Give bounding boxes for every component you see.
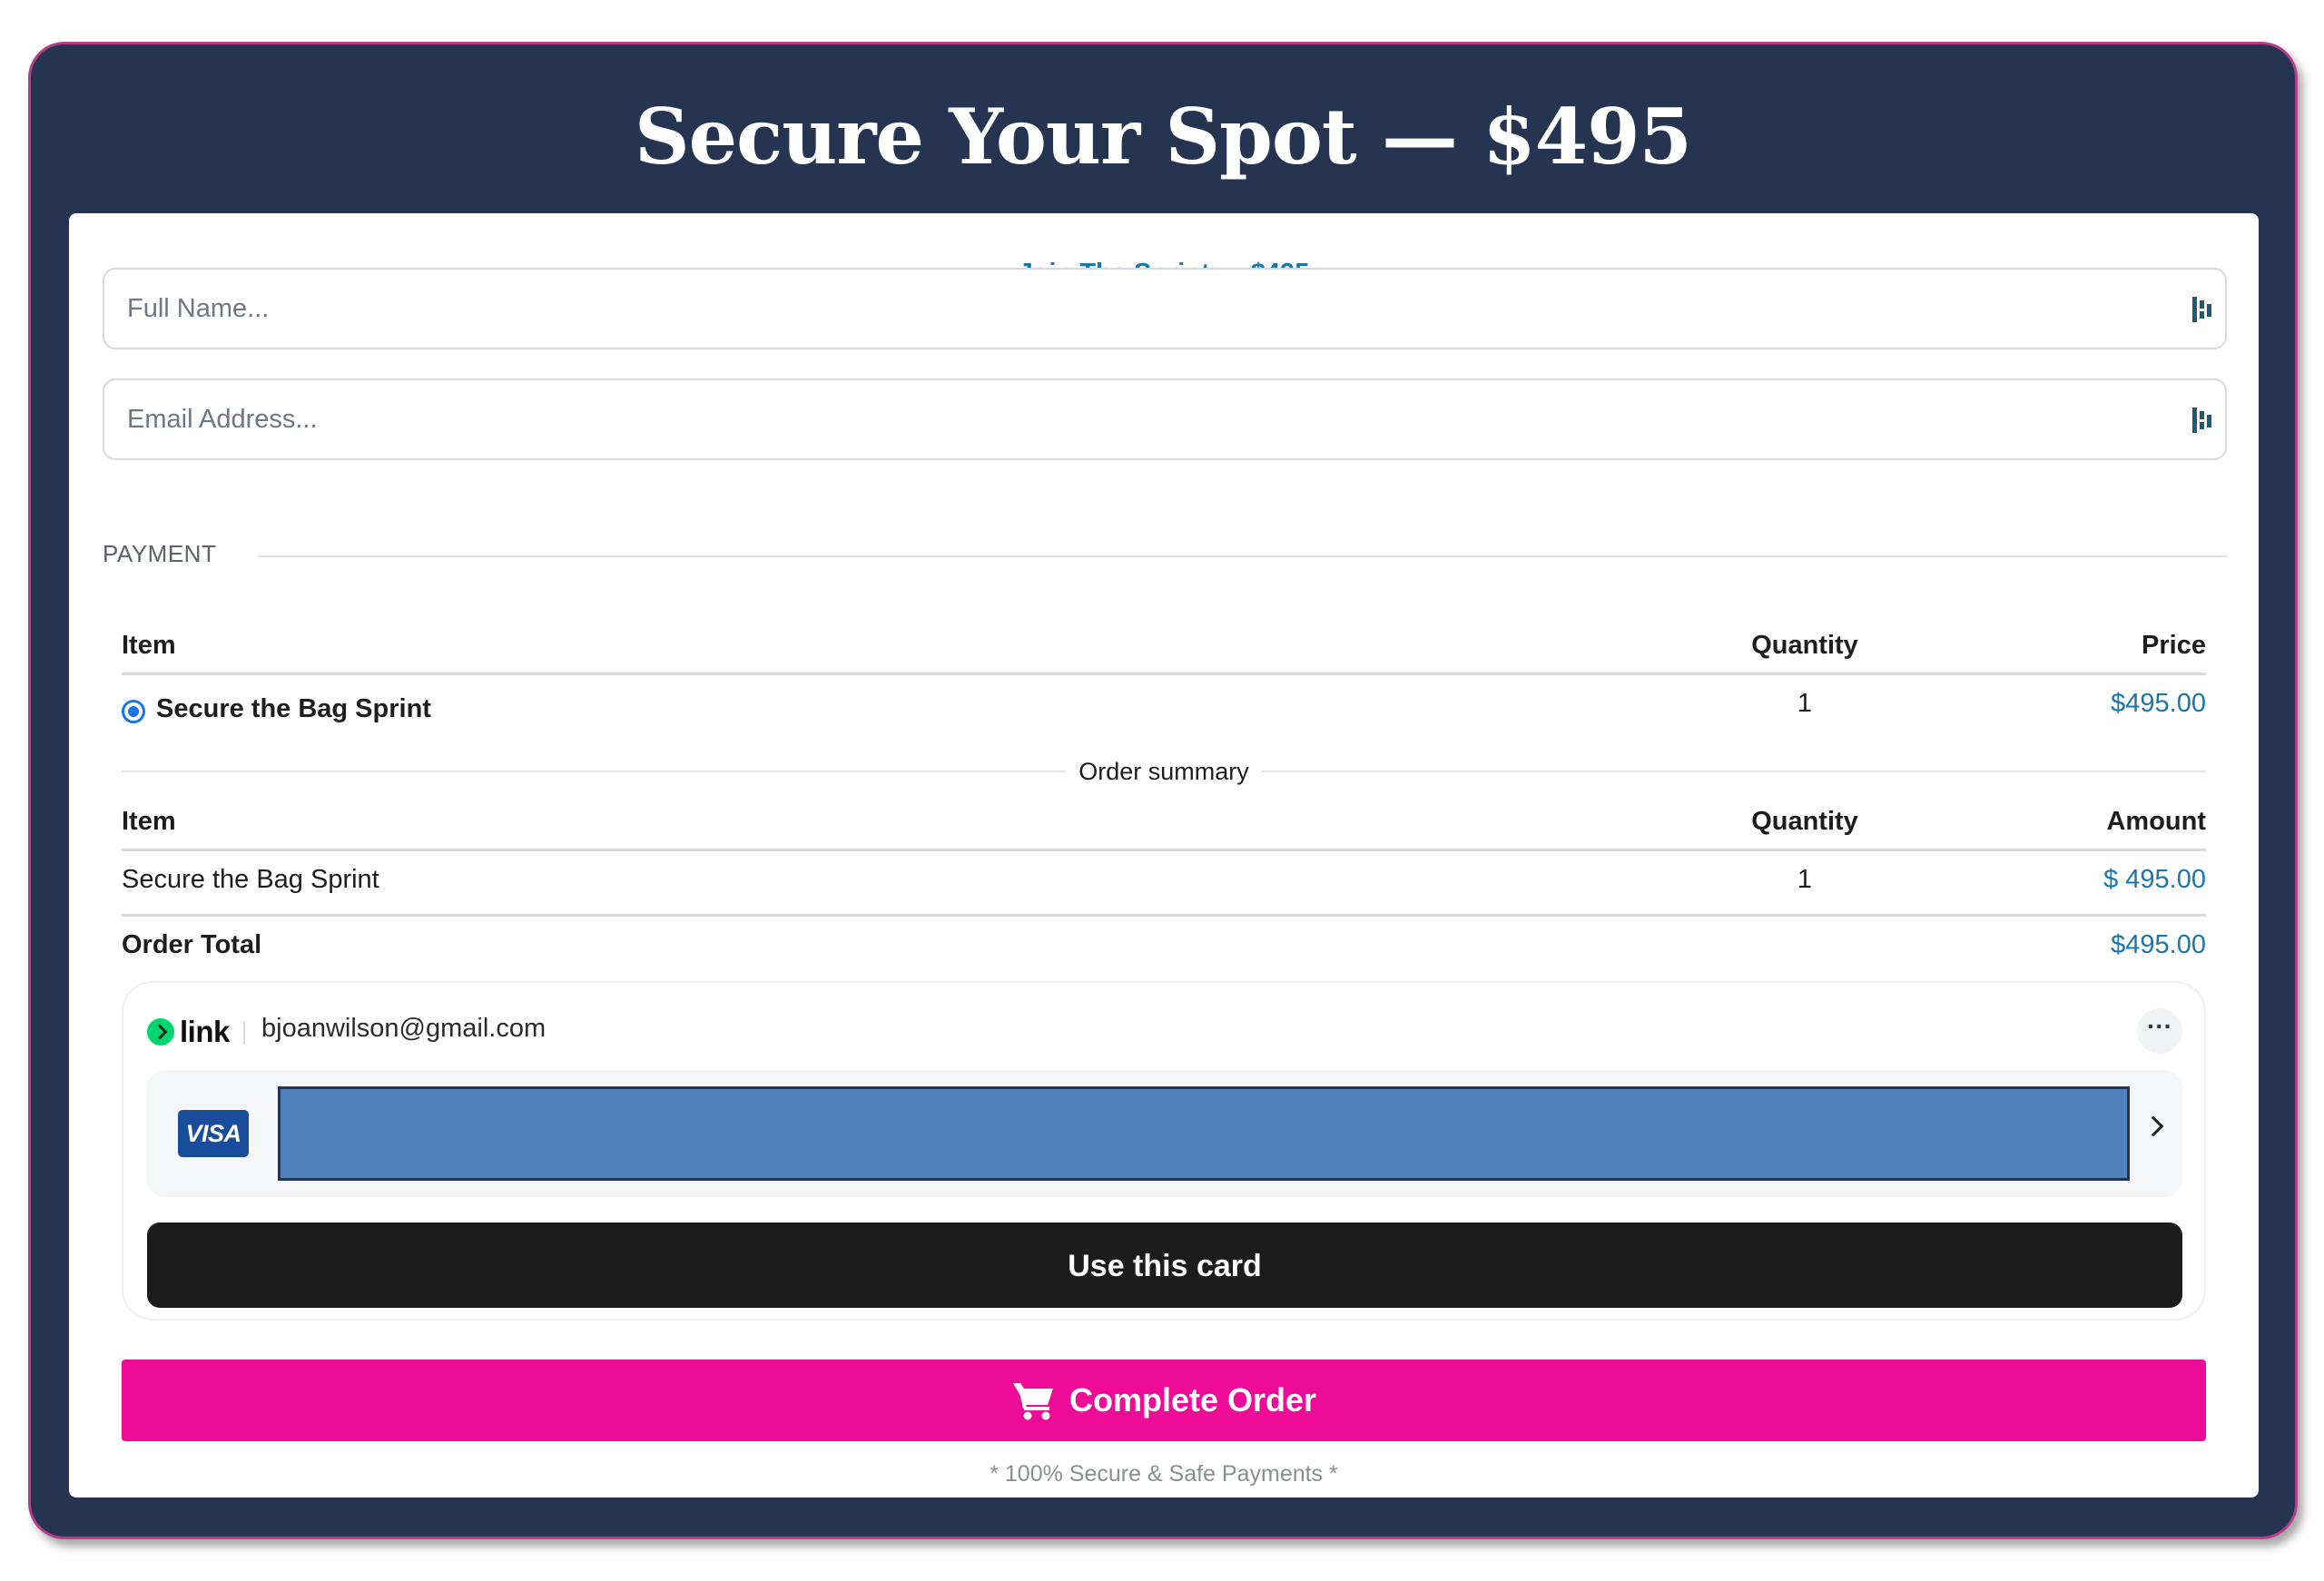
order-form-panel: Join The Sprint — $495 PAYMENT bbox=[69, 213, 2259, 1498]
email-field[interactable] bbox=[103, 378, 2227, 460]
complete-order-button[interactable]: Complete Order bbox=[122, 1360, 2206, 1441]
chevron-right-icon[interactable] bbox=[2142, 1115, 2164, 1137]
full-name-field[interactable] bbox=[103, 268, 2227, 349]
products-header-item: Item bbox=[122, 631, 176, 660]
order-summary-caption: Order summary bbox=[122, 758, 2206, 786]
visa-logo: VISA bbox=[178, 1110, 249, 1157]
summary-header-quantity: Quantity bbox=[1751, 807, 1858, 836]
table-rule bbox=[122, 673, 2206, 675]
product-price: $495.00 bbox=[2111, 689, 2206, 718]
summary-header-item: Item bbox=[122, 807, 176, 836]
table-rule bbox=[122, 914, 2206, 917]
summary-item-quantity: 1 bbox=[1797, 865, 1813, 894]
checkout-card: Secure Your Spot — $495 Join The Sprint … bbox=[28, 42, 2298, 1539]
password-manager-icon[interactable] bbox=[2191, 406, 2214, 435]
redacted-card-details bbox=[278, 1086, 2130, 1181]
product-name[interactable]: Secure the Bag Sprint bbox=[156, 694, 431, 724]
page-title: Secure Your Spot — $495 bbox=[634, 92, 1692, 182]
link-logo: link bbox=[147, 1014, 230, 1050]
saved-card-row[interactable]: VISA bbox=[147, 1070, 2182, 1197]
payment-section-label: PAYMENT bbox=[103, 540, 217, 567]
link-separator bbox=[243, 1021, 245, 1045]
summary-item-name: Secure the Bag Sprint bbox=[122, 865, 379, 894]
email-input[interactable] bbox=[104, 380, 2156, 458]
products-header-quantity: Quantity bbox=[1751, 631, 1858, 660]
product-quantity: 1 bbox=[1797, 689, 1813, 718]
more-options-button[interactable]: ··· bbox=[2137, 1008, 2182, 1054]
link-arrow-icon bbox=[147, 1018, 174, 1046]
order-total-label: Order Total bbox=[122, 930, 262, 959]
shopping-cart-icon bbox=[1012, 1383, 1053, 1420]
link-wallet: link bjoanwilson@gmail.com ··· VISA Use … bbox=[122, 981, 2206, 1321]
secure-payments-note: * 100% Secure & Safe Payments * bbox=[990, 1461, 1338, 1487]
product-radio[interactable] bbox=[122, 700, 145, 723]
table-rule bbox=[122, 849, 2206, 851]
link-account-email: bjoanwilson@gmail.com bbox=[261, 1014, 547, 1043]
section-divider bbox=[258, 555, 2227, 557]
order-total-value: $495.00 bbox=[2111, 930, 2206, 959]
summary-item-amount: $ 495.00 bbox=[2103, 865, 2206, 894]
order-summary-title: Order summary bbox=[1066, 758, 1262, 785]
link-brand: link bbox=[180, 1015, 230, 1048]
complete-order-label: Complete Order bbox=[1068, 1381, 1317, 1419]
password-manager-icon[interactable] bbox=[2191, 295, 2214, 324]
products-header-price: Price bbox=[2142, 631, 2206, 660]
full-name-input[interactable] bbox=[104, 270, 2156, 348]
summary-header-amount: Amount bbox=[2106, 807, 2206, 836]
use-this-card-button[interactable]: Use this card bbox=[147, 1223, 2182, 1308]
